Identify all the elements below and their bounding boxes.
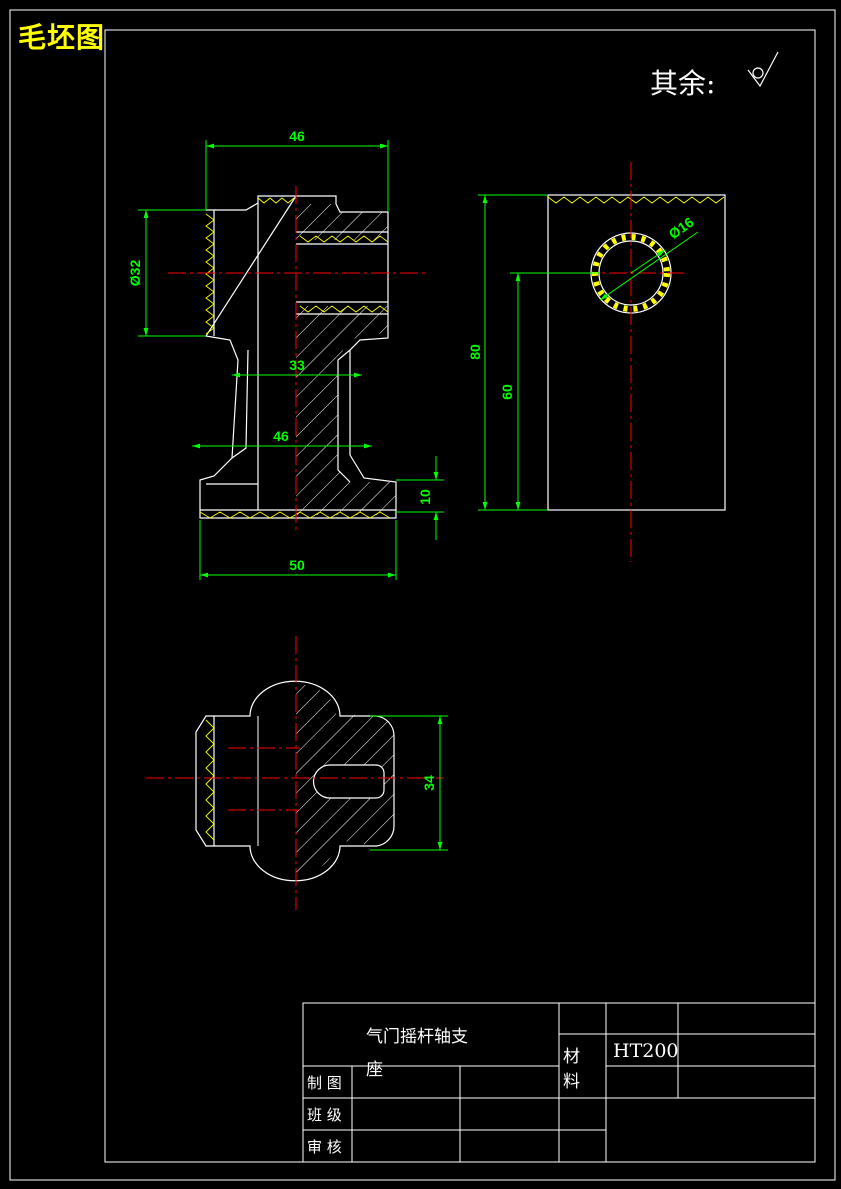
side-centerlines bbox=[580, 162, 684, 562]
material-label-1: 材 bbox=[563, 1047, 580, 1067]
dim-center-height: 60 bbox=[499, 384, 515, 400]
bottom-allowance-hatch bbox=[205, 719, 215, 841]
class-label: 班 级 bbox=[307, 1106, 342, 1124]
dim-hole-dia: Ø16 bbox=[666, 214, 697, 242]
drawing-canvas: 46 Ø32 33 46 10 50 80 60 Ø16 34 bbox=[9, 9, 836, 1181]
dim-mid-width: 46 bbox=[273, 428, 289, 444]
side-outline bbox=[547, 194, 726, 511]
part-name-line1: 气门摇杆轴支 bbox=[366, 1027, 468, 1047]
dim-base-width: 50 bbox=[289, 557, 305, 573]
bottom-centerlines bbox=[146, 636, 444, 910]
side-dimensions bbox=[478, 194, 699, 511]
material-value: HT200 bbox=[613, 1040, 679, 1062]
roughness-symbol-icon bbox=[747, 51, 779, 88]
bottom-view: 34 bbox=[146, 636, 448, 910]
dim-top-width: 46 bbox=[289, 128, 305, 144]
dim-neck-width: 33 bbox=[289, 357, 305, 373]
material-label-2: 料 bbox=[563, 1072, 580, 1092]
dim-base-height: 10 bbox=[417, 489, 433, 505]
front-view: 46 Ø32 33 46 10 50 bbox=[127, 128, 444, 580]
dim-total-height: 80 bbox=[467, 344, 483, 360]
review-label: 审 核 bbox=[307, 1138, 342, 1156]
side-allowance-hatch bbox=[547, 196, 725, 204]
part-name-line2: 座 bbox=[366, 1060, 383, 1080]
dim-bottom-height: 34 bbox=[421, 775, 437, 791]
outer-frame bbox=[9, 9, 836, 1181]
inner-frame bbox=[104, 29, 816, 1163]
drawn-by-label: 制 图 bbox=[307, 1074, 342, 1092]
bottom-slot bbox=[312, 764, 385, 799]
dim-bore-dia: Ø32 bbox=[127, 260, 143, 287]
front-section-hatch bbox=[296, 204, 396, 515]
side-view: 80 60 Ø16 bbox=[467, 162, 726, 562]
